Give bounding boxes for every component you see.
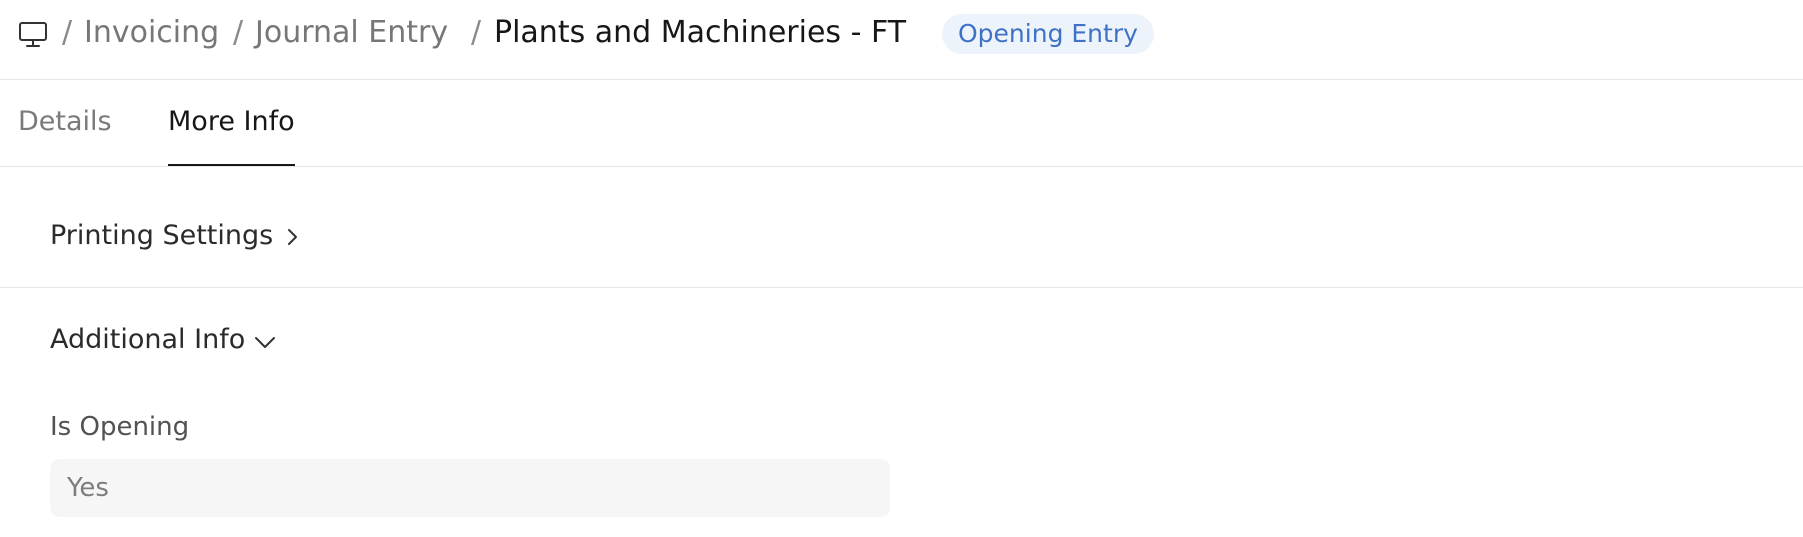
tab-details[interactable]: Details xyxy=(18,104,112,140)
tab-more-info[interactable]: More Info xyxy=(168,104,295,140)
additional-info-section: Additional Info Is Opening Yes xyxy=(0,288,1803,537)
breadcrumb-separator: / xyxy=(233,15,244,50)
active-tab-indicator xyxy=(168,164,295,166)
page-header: / Invoicing / Journal Entry / Plants and… xyxy=(0,0,1803,80)
is-opening-field[interactable]: Yes xyxy=(50,459,890,517)
chevron-right-icon[interactable] xyxy=(280,225,304,249)
breadcrumb-journal-entry[interactable]: Journal Entry xyxy=(255,13,448,53)
tab-bar: Details More Info xyxy=(0,80,1803,167)
breadcrumb-separator: / xyxy=(62,15,73,50)
printing-settings-section: Printing Settings xyxy=(0,167,1803,288)
desktop-icon[interactable] xyxy=(18,19,48,49)
chevron-down-icon[interactable] xyxy=(252,329,278,355)
breadcrumb-separator: / xyxy=(471,15,482,50)
additional-info-header[interactable]: Additional Info xyxy=(50,322,245,358)
status-badge: Opening Entry xyxy=(942,14,1154,54)
breadcrumb-invoicing[interactable]: Invoicing xyxy=(84,13,219,53)
is-opening-label: Is Opening xyxy=(50,412,190,442)
printing-settings-header[interactable]: Printing Settings xyxy=(50,218,273,254)
page-title: Plants and Machineries - FT xyxy=(494,15,907,50)
